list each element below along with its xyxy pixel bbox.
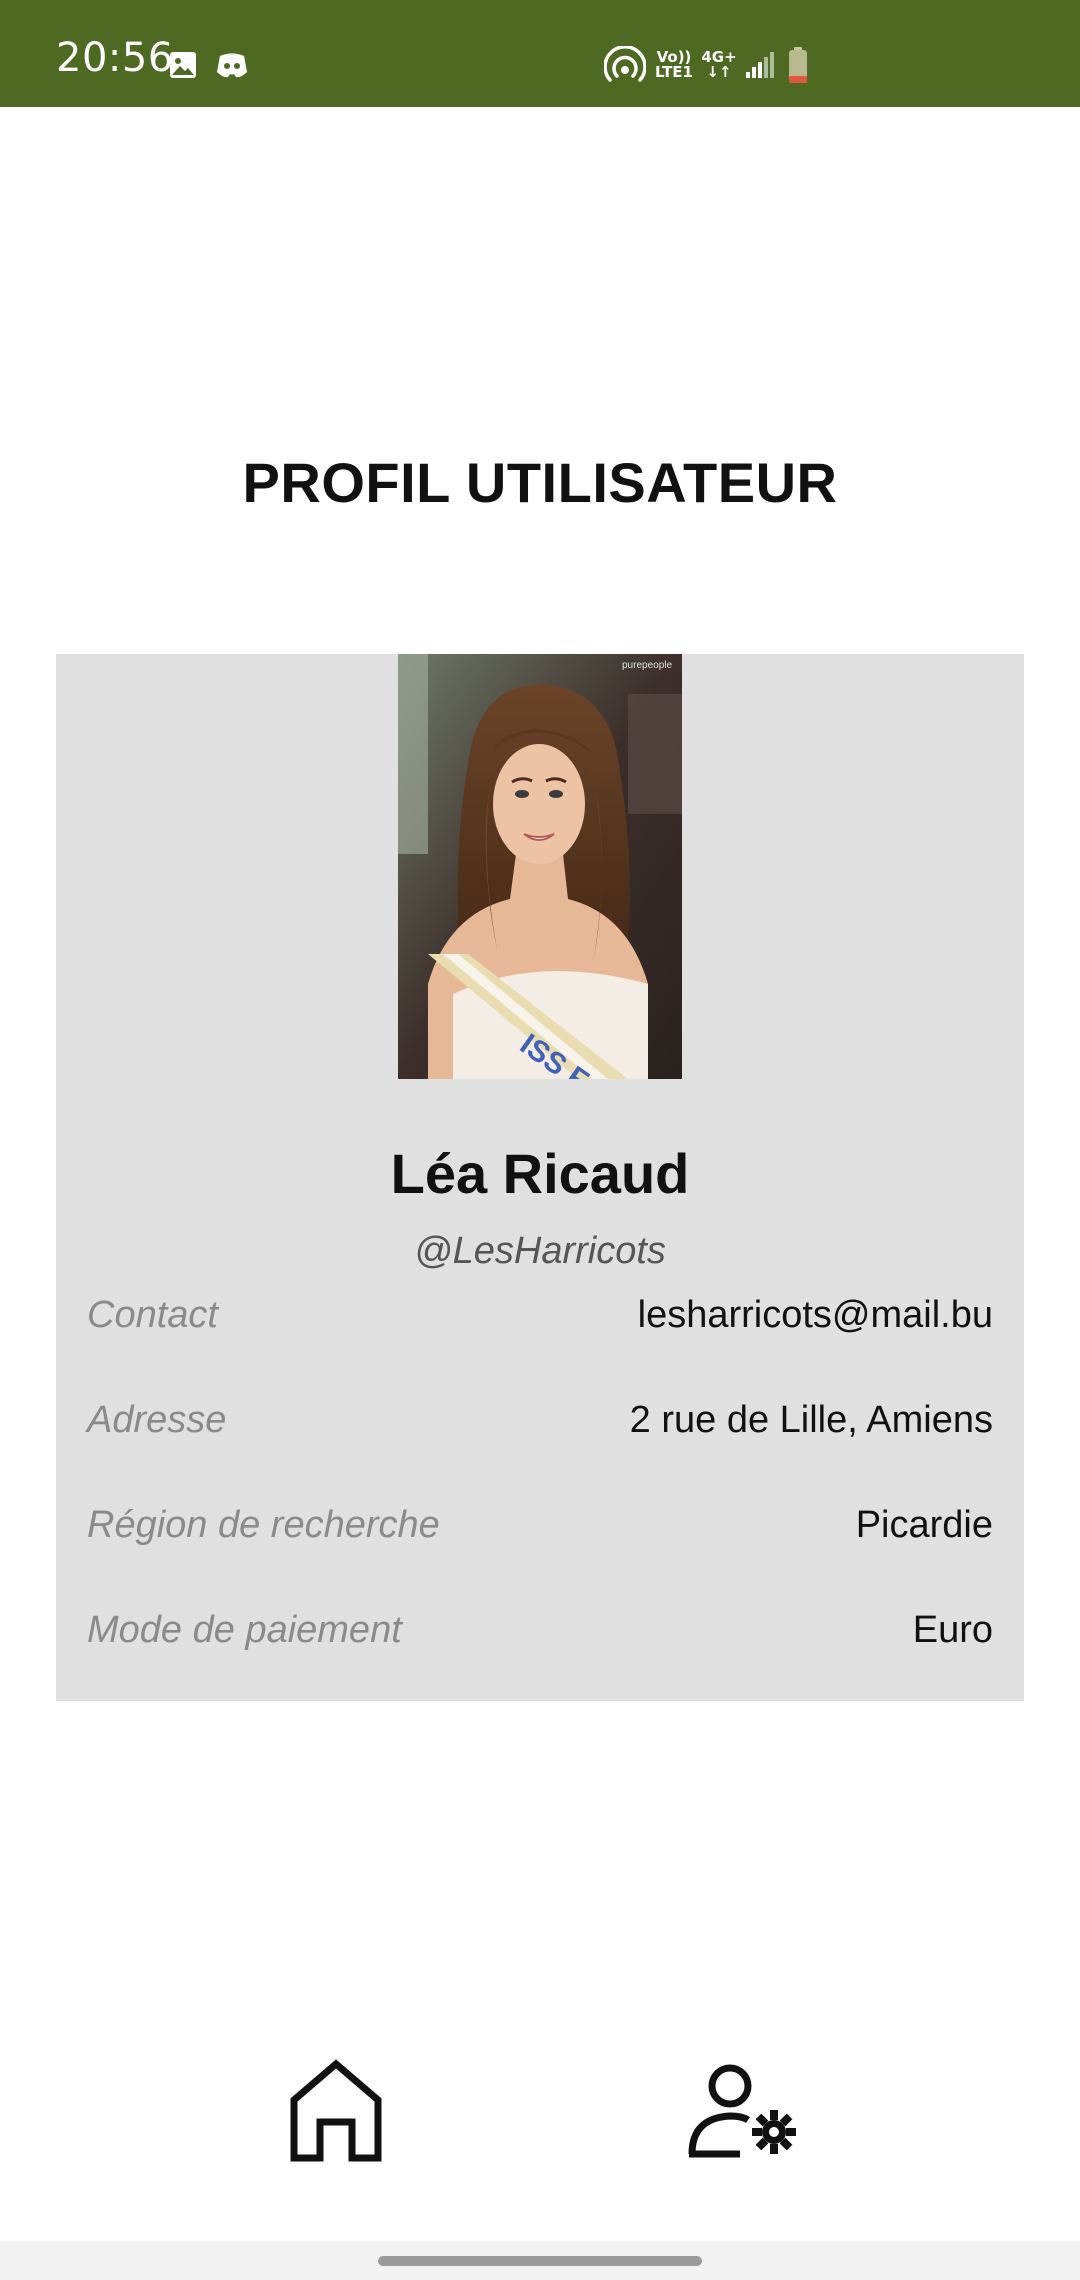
volte-icon: Vo)) LTE1 (655, 48, 693, 81)
home-icon (290, 2059, 382, 2162)
gesture-bar (0, 2241, 1080, 2280)
discord-icon (217, 53, 247, 78)
nav-home-button[interactable] (276, 2050, 396, 2170)
user-name: Léa Ricaud (390, 1142, 690, 1205)
info-value-region: Picardie (855, 1504, 993, 1546)
hotspot-icon (604, 46, 646, 82)
info-label: Région de recherche (87, 1504, 440, 1546)
svg-text:purepeople: purepeople (622, 660, 672, 671)
profile-photo: ISS F purepeople (398, 654, 682, 1079)
info-label: Mode de paiement (87, 1609, 402, 1651)
mobile-data-icon: 4G+ ↓↑ (701, 48, 737, 81)
info-value-email: lesharricots@mail.bu (637, 1294, 993, 1336)
info-value-payment: Euro (912, 1609, 993, 1651)
info-row-payment-mode: Mode de paiement Euro (87, 1609, 993, 1669)
info-label: Adresse (87, 1399, 227, 1441)
user-settings-icon (688, 2064, 796, 2158)
info-row-contact: Contact lesharricots@mail.bu (87, 1294, 993, 1354)
info-row-search-region: Région de recherche Picardie (87, 1504, 993, 1564)
battery-icon (789, 47, 807, 83)
signal-icon (746, 52, 774, 78)
bottom-nav (0, 2010, 1080, 2210)
info-row-address: Adresse 2 rue de Lille, Amiens (87, 1399, 993, 1459)
status-bar: 20:56 Vo)) LTE1 4G+ ↓↑ (0, 0, 1080, 107)
info-value-address: 2 rue de Lille, Amiens (629, 1399, 993, 1441)
profile-card: ISS F purepeople Léa Ricaud @LesHarricot… (56, 654, 1024, 1701)
info-label: Contact (87, 1294, 218, 1336)
gesture-handle[interactable] (378, 2256, 702, 2266)
gallery-icon (170, 52, 196, 78)
user-handle: @LesHarricots (414, 1230, 666, 1272)
status-time: 20:56 (56, 35, 174, 81)
page-title: PROFIL UTILISATEUR (242, 451, 838, 514)
nav-user-settings-button[interactable] (684, 2050, 804, 2170)
